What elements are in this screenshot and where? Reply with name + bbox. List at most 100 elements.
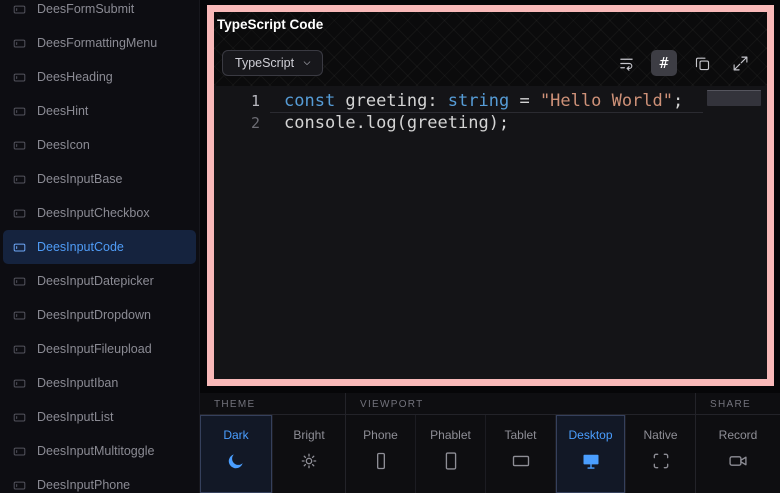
bottom-bar-buttons: Dark Bright Phone Phablet Tablet Desktop Nativ… [200,415,780,493]
component-icon [12,478,27,493]
code-text: const greeting: string = "Hello World"; [266,90,683,112]
sidebar-item-deesinputfileupload[interactable]: DeesInputFileupload [3,332,196,366]
phablet-button[interactable]: Phablet [416,415,486,493]
copy-icon [694,55,711,72]
bottom-bar: THEMEVIEWPORTSHARE Dark Bright Phone Phable… [200,393,780,493]
code-editor: TypeScript # [214,40,767,379]
sidebar-item-deesinputcode[interactable]: DeesInputCode [3,230,196,264]
button-label: Phablet [430,428,471,442]
sidebar-item-deeshint[interactable]: DeesHint [3,94,196,128]
sidebar-item-label: DeesInputPhone [37,478,130,492]
tablet-button[interactable]: Tablet [486,415,556,493]
sidebar-item-deesformattingmenu[interactable]: DeesFormattingMenu [3,26,196,60]
editor-toolbar: TypeScript # [214,40,767,86]
sidebar-item-label: DeesInputList [37,410,113,424]
record-icon [728,451,748,471]
button-label: Desktop [568,428,612,442]
word-wrap-button[interactable] [613,50,639,76]
language-selector[interactable]: TypeScript [222,50,323,76]
fullscreen-button[interactable] [727,50,753,76]
sidebar-item-label: DeesInputMultitoggle [37,444,154,458]
section-label-theme: THEME [200,393,346,414]
sidebar-item-label: DeesInputCheckbox [37,206,150,220]
sidebar-item-label: DeesInputDatepicker [37,274,154,288]
native-button[interactable]: Native [626,415,695,493]
section-theme: Dark Bright [200,415,346,493]
button-label: Bright [293,428,324,442]
tablet-icon [511,451,531,471]
sun-icon [299,451,319,471]
sidebar-item-deesinputlist[interactable]: DeesInputList [3,400,196,434]
desktop-button[interactable]: Desktop [556,415,626,493]
line-number: 2 [214,112,266,134]
component-icon [12,444,27,459]
button-label: Native [643,428,677,442]
component-icon [12,138,27,153]
section-label-share: SHARE [696,393,780,414]
component-icon [12,240,27,255]
sidebar-item-deesformsubmit[interactable]: DeesFormSubmit [3,0,196,26]
sidebar-item-deesinputiban[interactable]: DeesInputIban [3,366,196,400]
expand-icon [732,55,749,72]
sidebar-item-deesinputcheckbox[interactable]: DeesInputCheckbox [3,196,196,230]
button-label: Dark [223,428,248,442]
button-label: Phone [363,428,398,442]
component-icon [12,410,27,425]
sidebar-item-label: DeesHeading [37,70,113,84]
component-icon [12,274,27,289]
component-icon [12,172,27,187]
sidebar-item-deesheading[interactable]: DeesHeading [3,60,196,94]
sidebar-item-label: DeesInputFileupload [37,342,152,356]
code-line: 1const greeting: string = "Hello World"; [214,90,767,112]
code-line: 2console.log(greeting); [214,112,767,134]
component-icon [12,342,27,357]
sidebar-item-label: DeesFormSubmit [37,2,134,16]
sidebar-item-deesinputbase[interactable]: DeesInputBase [3,162,196,196]
phone-button[interactable]: Phone [346,415,416,493]
record-button[interactable]: Record [696,415,780,493]
phablet-icon [441,451,461,471]
demo-container: TypeScript Code TypeScript [214,12,767,379]
dark-button[interactable]: Dark [200,415,273,493]
button-label: Tablet [504,428,536,442]
sidebar-item-deesinputmultitoggle[interactable]: DeesInputMultitoggle [3,434,196,468]
sidebar-item-label: DeesInputDropdown [37,308,151,322]
component-icon [12,36,27,51]
word-wrap-icon [618,55,635,72]
moon-icon [226,451,246,471]
sidebar-list: DeesFormSubmit DeesFormattingMenu DeesHead… [0,0,199,493]
demo-frame: TypeScript Code TypeScript [207,5,774,386]
component-icon [12,376,27,391]
component-icon [12,2,27,17]
sidebar-item-label: DeesHint [37,104,88,118]
component-icon [12,70,27,85]
sidebar-item-deesinputphone[interactable]: DeesInputPhone [3,468,196,493]
native-icon [651,451,671,471]
section-viewport: Phone Phablet Tablet Desktop Native [346,415,696,493]
sidebar-item-label: DeesFormattingMenu [37,36,157,50]
component-icon [12,104,27,119]
chevron-down-icon [302,58,312,68]
code-lines: 1const greeting: string = "Hello World";… [214,90,767,134]
sidebar-item-deesicon[interactable]: DeesIcon [3,128,196,162]
phone-icon [371,451,391,471]
line-numbers-button[interactable]: # [651,50,677,76]
sidebar-item-label: DeesInputBase [37,172,122,186]
button-label: Record [719,428,758,442]
app-root: DeesFormSubmit DeesFormattingMenu DeesHead… [0,0,780,493]
demo-title: TypeScript Code [214,12,326,37]
sidebar-item-deesinputdatepicker[interactable]: DeesInputDatepicker [3,264,196,298]
component-icon [12,206,27,221]
sidebar-item-label: DeesIcon [37,138,90,152]
bright-button[interactable]: Bright [273,415,345,493]
sidebar-item-deesinputdropdown[interactable]: DeesInputDropdown [3,298,196,332]
section-share: Record [696,415,780,493]
component-icon [12,308,27,323]
copy-button[interactable] [689,50,715,76]
desktop-icon [581,451,601,471]
code-area[interactable]: 1const greeting: string = "Hello World";… [214,86,767,379]
language-label: TypeScript [235,56,294,70]
minimap[interactable] [707,90,761,106]
section-label-viewport: VIEWPORT [346,393,696,414]
sidebar: DeesFormSubmit DeesFormattingMenu DeesHead… [0,0,200,493]
